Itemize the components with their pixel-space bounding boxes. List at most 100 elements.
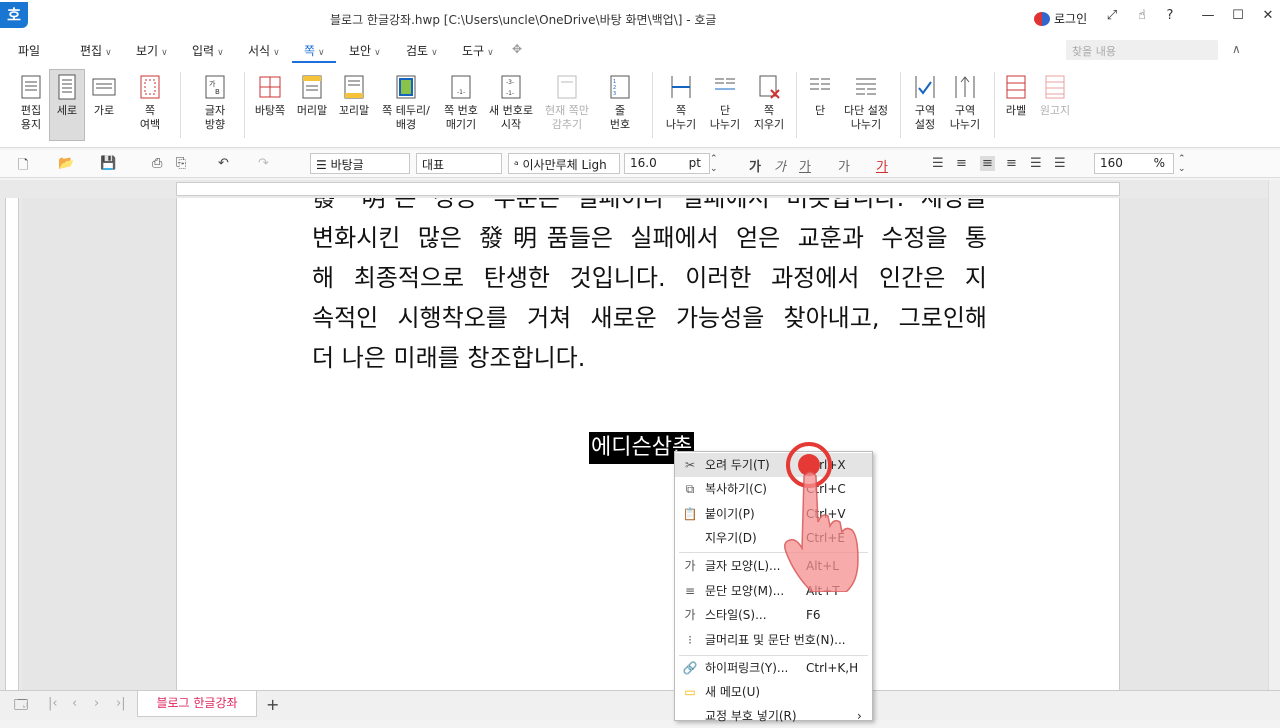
svg-text:B: B [215,88,220,96]
justify-icon[interactable]: ☰ [932,156,944,171]
open-folder-icon[interactable]: 📂 [58,156,74,171]
vertical-ruler[interactable] [0,198,22,690]
align-right-icon[interactable]: ≡ [1006,156,1017,171]
close-button[interactable]: ✕ [1256,8,1280,28]
divide-icon[interactable]: ☰ [1054,156,1066,171]
puzzle-icon[interactable]: ✥ [512,42,522,56]
search-input[interactable]: 찾을 내용 [1066,40,1218,60]
header-button[interactable]: 머리말 [294,70,330,118]
font-select[interactable]: ᵃ 이사만루체 Ligh [508,153,620,174]
next-tab-icon[interactable]: › [94,696,99,711]
label-button[interactable]: 라벨 [1002,70,1030,118]
font-size-input[interactable]: 16.0 pt [624,153,710,174]
first-tab-icon[interactable]: |‹ [48,696,58,711]
style-select[interactable]: ☰ 바탕글 [310,153,410,174]
page-break-button[interactable]: 쪽 나누기 [662,70,700,132]
zoom-input[interactable]: 160% [1094,153,1174,174]
page-border-button[interactable]: 쪽 테두리/ 배경 [378,70,434,132]
landscape-button[interactable]: 가로 [88,70,120,118]
menu-item-proofread[interactable]: 교정 부호 넣기(R) › [675,704,872,728]
new-document-icon[interactable]: 🗋 [18,156,28,178]
print-preview-icon[interactable]: ⎘ [176,156,186,171]
menu-item-hyperlink[interactable]: 🔗 하이퍼링크(Y)... Ctrl+K,H [675,656,872,680]
text-direction-button[interactable]: 가B 글자 방향 [194,70,236,132]
language-select[interactable]: 대표 [416,153,502,174]
hand-icon[interactable]: ☝ [1130,8,1154,28]
section-setup-button[interactable]: 구역 설정 [908,70,942,132]
app-logo[interactable]: 호 [0,2,28,28]
help-icon[interactable]: ? [1158,8,1182,28]
menu-insert[interactable]: 입력 ∨ [192,42,224,59]
menu-item-label: 글머리표 및 문단 번호(N)... [705,633,846,647]
menu-file[interactable]: 파일 [18,42,40,59]
menu-view[interactable]: 보기 ∨ [136,42,168,59]
hide-page-button[interactable]: 현재 쪽만 감추기 [542,70,592,132]
menu-format[interactable]: 서식 ∨ [248,42,280,59]
login-label: 로그인 [1054,12,1088,26]
manuscript-button[interactable]: 원고지 [1036,70,1074,118]
master-page-button[interactable]: 바탕쪽 [252,70,288,118]
document-tab[interactable]: 블로그 한글강좌 [137,691,257,717]
delete-page-button[interactable]: 쪽 지우기 [750,70,788,132]
section-setup-icon [915,76,935,98]
save-icon[interactable]: 💾 [100,156,116,171]
page-margin-button[interactable]: 쪽 여백 [130,70,170,132]
column-break-icon [715,78,735,90]
horizontal-ruler[interactable] [0,180,1280,198]
document-body[interactable]: 發 明은 성공 부분은 실패이다 실패에서 비롯합니다. 세상을 변화시킨 많은… [312,198,987,378]
restore-icon[interactable]: ⤢ [1100,8,1124,28]
columns-button[interactable]: 단 [806,70,834,118]
column-break-button[interactable]: 단 나누기 [706,70,744,132]
font-size-unit: pt [688,156,701,170]
text-direction-icon: 가B [205,75,225,99]
page-number-button[interactable]: -1- 쪽 번호 매기기 [440,70,482,132]
menu-item-label: 지우기(D) [705,531,757,545]
section-break-button[interactable]: 구역 나누기 [946,70,984,132]
maximize-button[interactable]: ☐ [1226,8,1250,28]
login-button[interactable]: 로그인 [1034,10,1087,27]
menu-item-style[interactable]: 가 스타일(S)... F6 [675,603,872,627]
menu-tools[interactable]: 도구 ∨ [462,42,494,59]
document-canvas[interactable]: 發 明은 성공 부분은 실패이다 실패에서 비롯합니다. 세상을 변화시킨 많은… [22,198,1268,690]
size-stepper-icon[interactable]: ⌃ ⌄ [710,154,718,174]
last-tab-icon[interactable]: ›| [116,696,126,711]
section-setup-label: 구역 설정 [914,104,936,131]
undo-icon[interactable]: ↶ [218,156,229,171]
line-number-button[interactable]: 123 줄 번호 [604,70,636,132]
menu-item-new-memo[interactable]: ▭ 새 메모(U) [675,680,872,704]
menu-item-label: 새 메모(U) [705,685,761,699]
new-number-button[interactable]: -3- -1- 새 번호로 시작 [486,70,536,132]
bold-icon[interactable]: 가 [749,156,761,175]
collapse-ribbon-icon[interactable]: ∧ [1232,42,1241,56]
footer-button[interactable]: 꼬리말 [336,70,372,118]
minimize-button[interactable]: — [1196,8,1220,28]
menu-edit[interactable]: 편집 ∨ [80,42,112,59]
align-center-icon[interactable]: ≡ [980,156,995,171]
zoom-stepper-icon[interactable]: ⌃ ⌄ [1178,154,1186,174]
prev-tab-icon[interactable]: ‹ [72,696,77,711]
column-break-label: 단 나누기 [709,104,741,131]
underline-icon[interactable]: 가 [799,156,811,175]
distribute-icon[interactable]: ☰ [1030,156,1042,171]
header-label: 머리말 [296,104,328,117]
strikethrough-icon[interactable]: 가 [838,156,850,175]
memo-icon[interactable]: 🗔 [14,696,28,718]
align-left-icon[interactable]: ≡ [956,156,967,171]
italic-icon[interactable]: 가 [774,156,786,175]
add-tab-button[interactable]: + [266,695,279,714]
vertical-scrollbar[interactable] [1268,180,1280,690]
print-icon[interactable]: ⎙ [152,156,162,171]
delete-page-icon [759,75,780,99]
redo-icon[interactable]: ↷ [258,156,269,171]
portrait-button[interactable]: 세로 [49,69,85,141]
menu-security[interactable]: 보안 ∨ [349,42,381,59]
multi-column-button[interactable]: 다단 설정 나누기 [842,70,890,132]
page-margin-label: 쪽 여백 [139,104,161,131]
menu-review[interactable]: 검토 ∨ [406,42,438,59]
menu-page[interactable]: 쪽 ∨ [304,42,325,59]
page-setup-button[interactable]: 편집 용지 [10,70,52,132]
master-page-label: 바탕쪽 [254,104,286,117]
page-setup-label: 편집 용지 [20,104,42,131]
menu-item-bullets[interactable]: ⁝ 글머리표 및 문단 번호(N)... [675,628,872,652]
font-color-icon[interactable]: 가 [876,156,888,175]
